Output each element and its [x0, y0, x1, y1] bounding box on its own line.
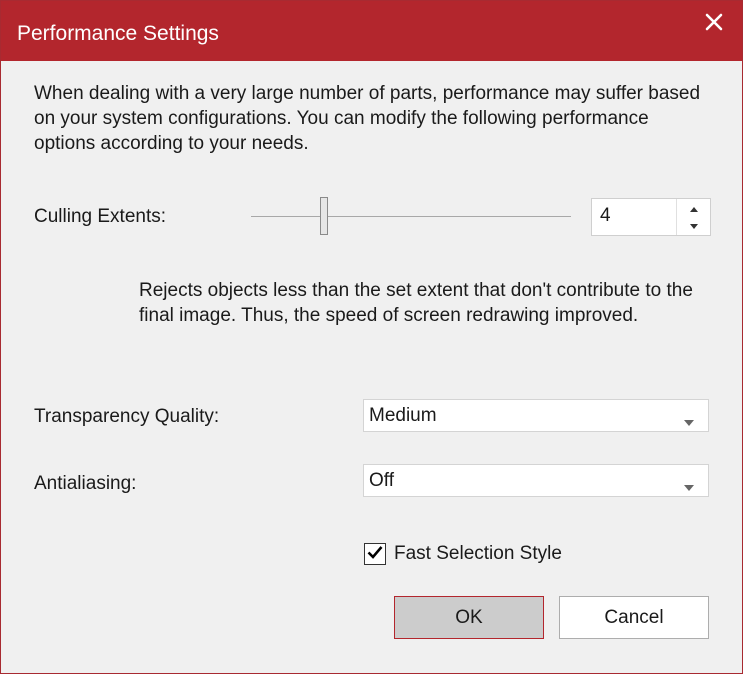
- triangle-down-icon: [689, 217, 699, 235]
- fast-selection-style-option[interactable]: Fast Selection Style: [364, 542, 562, 566]
- cancel-button[interactable]: Cancel: [559, 596, 709, 639]
- spinbox-divider: [676, 199, 677, 235]
- spin-up-button[interactable]: [678, 200, 710, 217]
- triangle-up-icon: [689, 200, 699, 218]
- culling-extents-value[interactable]: 4: [600, 205, 611, 227]
- culling-extents-label: Culling Extents:: [34, 206, 167, 227]
- antialiasing-label: Antialiasing:: [34, 473, 137, 494]
- transparency-quality-dropdown[interactable]: Medium: [363, 399, 709, 432]
- checkmark-icon: [367, 545, 383, 564]
- dialog-title: Performance Settings: [17, 22, 219, 45]
- spin-down-button[interactable]: [678, 217, 710, 234]
- intro-text: When dealing with a very large number of…: [34, 83, 701, 154]
- culling-slider-thumb[interactable]: [320, 197, 328, 235]
- close-button[interactable]: [696, 7, 732, 41]
- title-bar[interactable]: Performance Settings: [1, 1, 742, 61]
- transparency-quality-label: Transparency Quality:: [34, 406, 220, 427]
- culling-description: Rejects objects less than the set extent…: [139, 280, 693, 326]
- antialiasing-value: Off: [369, 470, 394, 491]
- ok-button[interactable]: OK: [394, 596, 544, 639]
- chevron-down-icon: [684, 478, 694, 496]
- antialiasing-dropdown[interactable]: Off: [363, 464, 709, 497]
- fast-selection-style-label: Fast Selection Style: [394, 543, 562, 564]
- close-icon: [705, 13, 723, 36]
- culling-slider-track[interactable]: [251, 216, 571, 217]
- fast-selection-style-checkbox[interactable]: [364, 543, 386, 565]
- performance-settings-dialog: Performance Settings When dealing with a…: [0, 0, 743, 674]
- transparency-quality-value: Medium: [369, 405, 437, 426]
- chevron-down-icon: [684, 413, 694, 431]
- culling-extents-spinbox[interactable]: 4: [591, 198, 711, 236]
